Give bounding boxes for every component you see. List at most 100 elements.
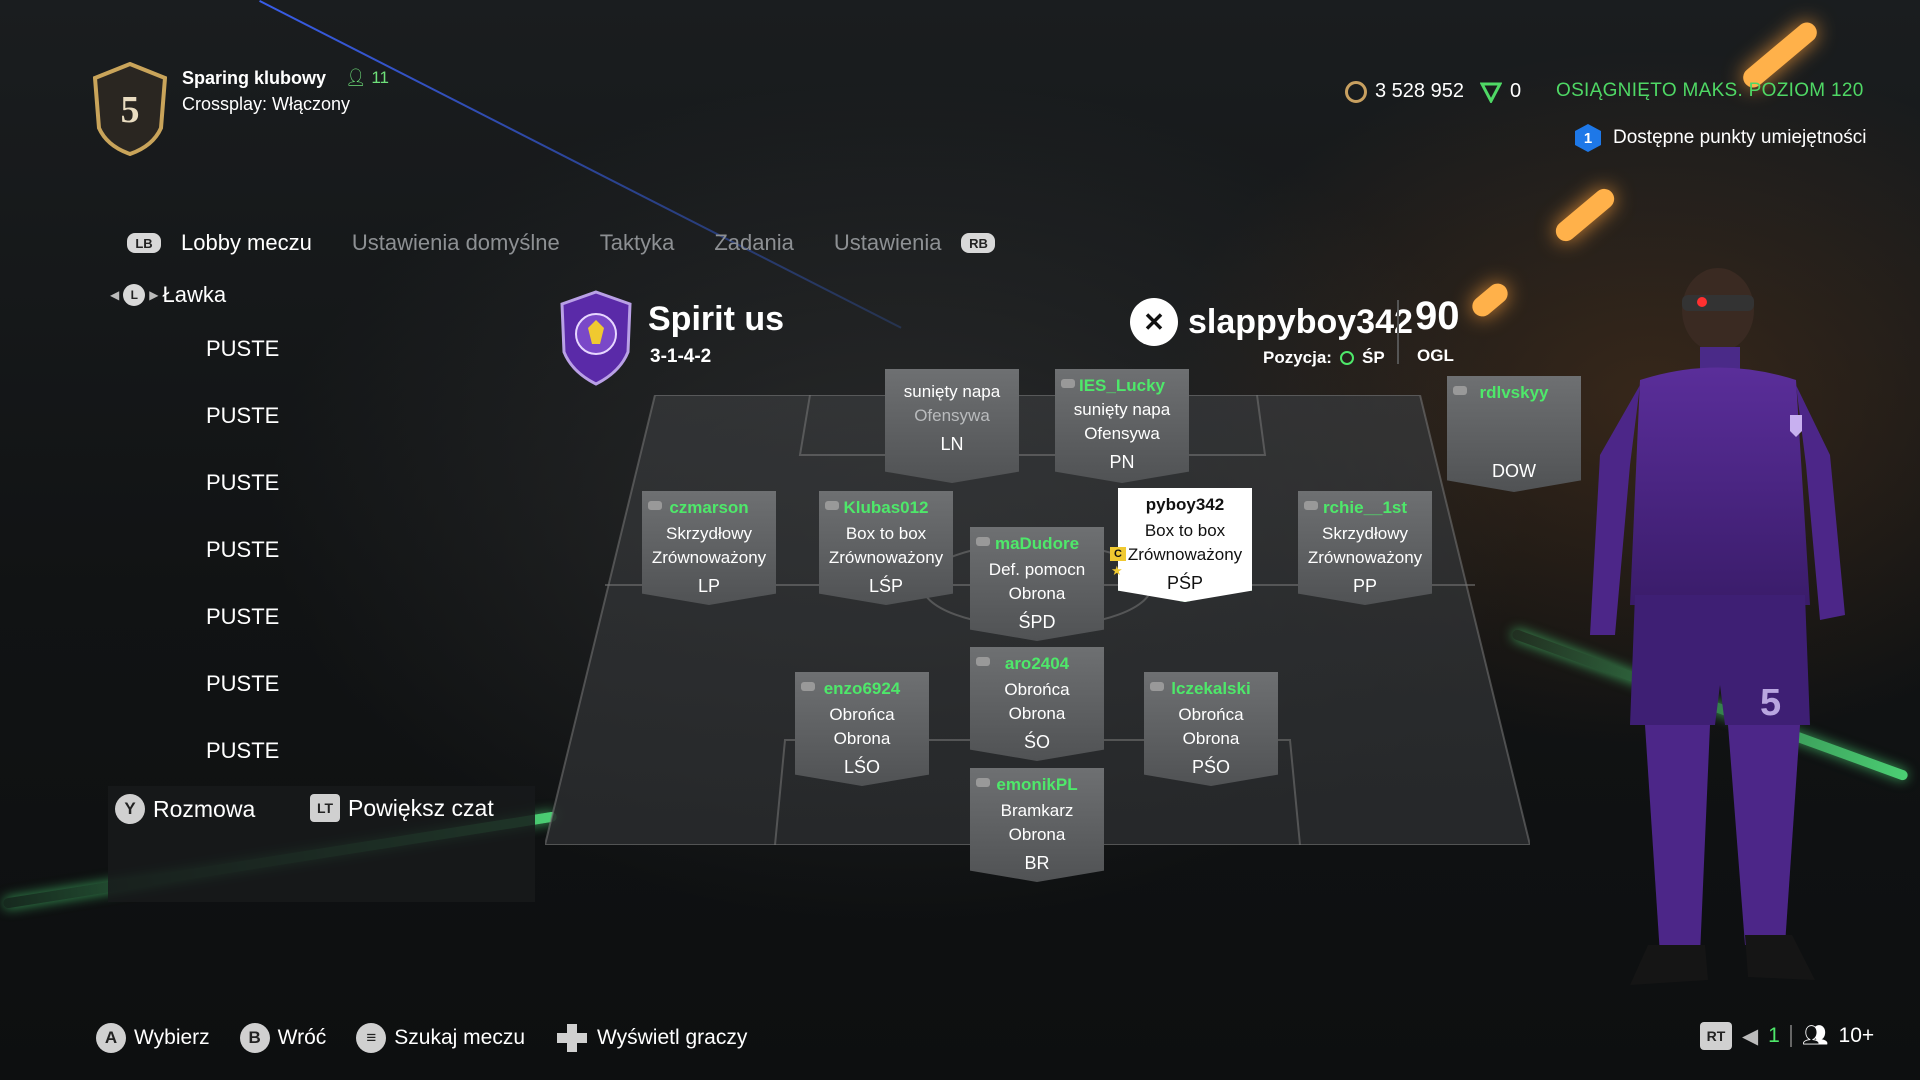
card-role: Obrona	[1008, 704, 1066, 723]
player-position: Pozycja: ŚP	[1263, 348, 1385, 368]
rb-button[interactable]: RB	[961, 233, 996, 253]
tokens-value: 0	[1510, 80, 1522, 102]
svg-text:5: 5	[121, 89, 140, 131]
tab-default-settings[interactable]: Ustawienia domyślne	[352, 230, 560, 256]
blue-light-beam	[259, 0, 902, 329]
bench-title: Ławka	[162, 282, 227, 307]
skill-points-notice[interactable]: 1 Dostępne punkty umiejętności	[1575, 124, 1866, 152]
card-style: Obrońca	[829, 705, 895, 724]
coins-display: 3 528 952	[1345, 80, 1464, 103]
card-style: sunięty napa	[1073, 400, 1171, 419]
search-match-action[interactable]: ≡ Szukaj meczu	[356, 1023, 525, 1053]
club-crest-icon	[560, 290, 632, 386]
skill-points-label: Dostępne punkty umiejętności	[1613, 127, 1867, 148]
card-position: LP	[697, 576, 721, 596]
card-player-name: enzo6924	[823, 679, 901, 698]
card-player-name: IES_Lucky	[1079, 376, 1165, 395]
card-player-name: lczekalski	[1171, 679, 1251, 698]
card-role: Obrona	[1182, 729, 1240, 748]
status-divider	[1789, 1025, 1792, 1047]
show-players-label: Wyświetl graczy	[597, 1026, 748, 1049]
position-card-pso[interactable]: lczekalski Obrońca Obrona PŚO	[1144, 672, 1278, 786]
bench-slot[interactable]: PUSTE	[206, 537, 279, 604]
controller-icon	[976, 657, 990, 666]
talk-label: Rozmowa	[153, 795, 256, 822]
card-position: BR	[1024, 853, 1050, 873]
ceiling-light	[1468, 279, 1512, 321]
menu-button-icon: ≡	[356, 1023, 387, 1053]
expand-chat-action[interactable]: LT Powiększ czat	[310, 794, 494, 822]
bench-slot[interactable]: PUSTE	[206, 470, 279, 537]
max-level-label: OSIĄGNIĘTO MAKS. POZIOM 120	[1556, 80, 1864, 101]
position-card-ln[interactable]: sunięty napa Ofensywa LN	[885, 369, 1019, 483]
bench-slot[interactable]: PUSTE	[206, 671, 279, 738]
team-name: Spirit us	[648, 300, 785, 338]
skill-points-badge: 1	[1575, 124, 1601, 152]
talk-action[interactable]: Y Rozmowa	[115, 794, 255, 824]
token-icon	[1480, 82, 1502, 103]
tab-tactics[interactable]: Taktyka	[600, 230, 675, 256]
card-role: Zrównoważony	[1307, 548, 1423, 567]
bench-slot[interactable]: PUSTE	[206, 403, 279, 470]
position-card-pn[interactable]: IES_Lucky sunięty napa Ofensywa PN	[1055, 369, 1189, 483]
position-label: Pozycja:	[1263, 348, 1332, 367]
card-style: Bramkarz	[1000, 801, 1074, 820]
player-avatar: 5	[1590, 268, 1845, 985]
card-role: Ofensywa	[914, 406, 990, 425]
captain-badge: C	[1110, 547, 1126, 561]
tab-settings[interactable]: Ustawienia	[834, 230, 942, 256]
header-divider	[1397, 300, 1399, 364]
bench-slot[interactable]: PUSTE	[206, 336, 279, 403]
tab-tasks[interactable]: Zadania	[714, 230, 794, 256]
coin-icon	[1345, 80, 1367, 103]
footer-actions: A Wybierz B Wróć ≡ Szukaj meczu Wyświetl…	[96, 1022, 777, 1054]
rt-button-icon[interactable]: RT	[1700, 1022, 1732, 1050]
card-style: Skrzydłowy	[1322, 524, 1408, 543]
select-action[interactable]: A Wybierz	[96, 1023, 210, 1053]
players-count: 👤︎ 11	[345, 68, 389, 88]
card-style: Obrońca	[1178, 705, 1244, 724]
tokens-display: 0	[1480, 80, 1521, 103]
controller-icon	[1061, 379, 1075, 388]
card-role: Zrównoważony	[1127, 545, 1243, 564]
position-value: ŚP	[1361, 348, 1385, 367]
card-player-name: maDudore	[994, 534, 1080, 553]
search-match-label: Szukaj meczu	[394, 1026, 525, 1049]
back-label: Wróć	[277, 1026, 327, 1049]
card-role: Zrównoważony	[828, 548, 944, 567]
tab-lobby[interactable]: Lobby meczu	[181, 230, 312, 256]
back-action[interactable]: B Wróć	[239, 1023, 327, 1053]
position-card-so[interactable]: aro2404 Obrońca Obrona ŚO	[970, 647, 1104, 761]
card-style: Box to box	[845, 524, 927, 543]
position-card-spd[interactable]: maDudore Def. pomocn Obrona ŚPD	[970, 527, 1104, 641]
position-card-pp[interactable]: rchie__1st Skrzydłowy Zrównoważony PP	[1298, 491, 1432, 605]
card-role: Obrona	[833, 729, 891, 748]
player-gamertag: slappyboy342	[1188, 302, 1413, 341]
position-card-br[interactable]: emonikPL Bramkarz Obrona BR	[970, 768, 1104, 882]
crossplay-status: Crossplay: Włączony	[182, 94, 351, 114]
xbox-icon: ✕	[1130, 298, 1178, 346]
left-stick-icon: L	[123, 284, 146, 306]
card-player-name: rchie__1st	[1322, 498, 1408, 517]
position-card-lsp[interactable]: Klubas012 Box to box Zrównoważony LŚP	[819, 491, 953, 605]
position-card-lso[interactable]: enzo6924 Obrońca Obrona LŚO	[795, 672, 929, 786]
show-players-action[interactable]: Wyświetl graczy	[555, 1022, 747, 1054]
position-card-lp[interactable]: czmarson Skrzydłowy Zrównoważony LP	[642, 491, 776, 605]
a-button-icon: A	[96, 1023, 126, 1053]
card-role: Obrona	[1008, 584, 1066, 603]
svg-text:5: 5	[1760, 682, 1781, 724]
star-icon: ★	[1111, 563, 1123, 578]
bench-slot[interactable]: PUSTE	[206, 604, 279, 671]
position-card-psp-selected[interactable]: pyboy342 Box to box Zrównoważony PŚP	[1118, 488, 1252, 602]
player-header: ✕ slappyboy342	[1130, 298, 1413, 346]
bench-list: PUSTE PUSTE PUSTE PUSTE PUSTE PUSTE PUST…	[206, 336, 279, 805]
card-position: PŚO	[1191, 757, 1230, 777]
coins-value: 3 528 952	[1375, 80, 1464, 102]
card-role: Ofensywa	[1084, 424, 1160, 443]
card-position: LŚP	[868, 576, 904, 596]
arrow-left-icon: ◀	[110, 288, 120, 302]
card-position: PP	[1352, 576, 1377, 596]
bench-header[interactable]: ◀ L ▶ Ławka	[110, 282, 226, 308]
controller-icon	[825, 501, 839, 510]
lb-button[interactable]: LB	[127, 233, 161, 253]
